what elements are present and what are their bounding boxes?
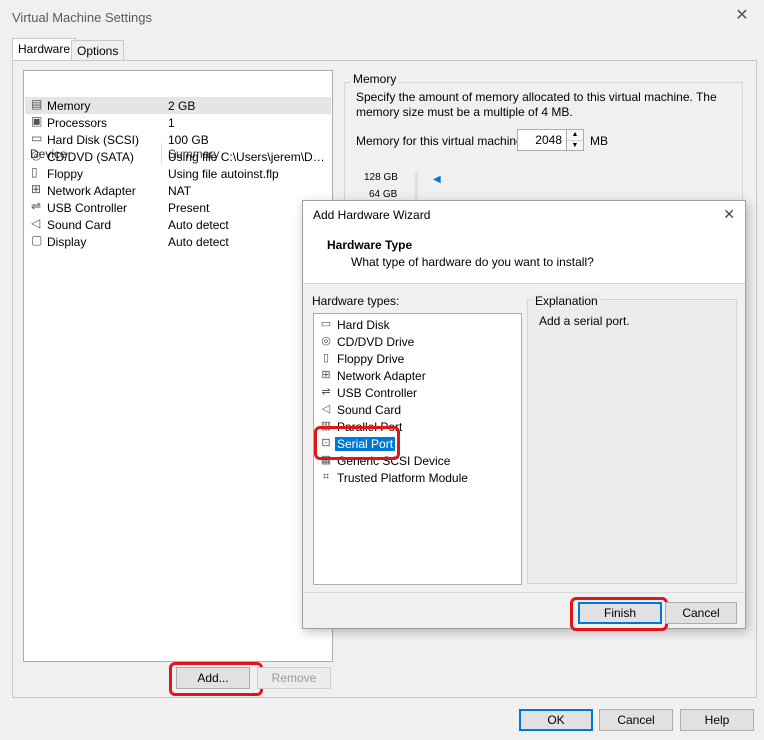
wizard-heading: Hardware Type [327,238,413,252]
hw-type-cd-dvd[interactable]: ◎ CD/DVD Drive [316,333,516,350]
device-name: Network Adapter [47,184,136,198]
device-name: Display [47,235,87,249]
device-name: Floppy [47,167,84,181]
network-adapter-icon: ⊞ [321,369,331,381]
device-list[interactable]: Device Summary ▤ Memory 2 GB ▣ Processor… [23,70,333,662]
hw-type-label: Network Adapter [337,369,426,383]
hw-type-label: USB Controller [337,386,418,400]
device-summary: 100 GB [168,133,209,147]
usb-icon: ⇌ [321,386,331,398]
stepper-down-icon[interactable]: ▼ [567,141,583,150]
remove-button[interactable]: Remove [257,667,331,689]
device-row-cd-dvd[interactable]: ◎ CD/DVD (SATA) Using file C:\Users\jere… [25,148,331,165]
wizard-close-icon[interactable]: ✕ [723,206,735,223]
wizard-titlebar: Add Hardware Wizard ✕ [303,201,745,229]
cancel-button[interactable]: Cancel [599,709,673,731]
device-name: CD/DVD (SATA) [47,150,134,164]
device-name: Hard Disk (SCSI) [47,133,140,147]
hw-type-floppy[interactable]: ▯ Floppy Drive [316,350,516,367]
device-row-display[interactable]: ▢ Display Auto detect [25,233,331,250]
device-name: Sound Card [47,218,112,232]
add-hardware-wizard-dialog: Add Hardware Wizard ✕ Hardware Type What… [302,200,746,631]
memory-slider-track[interactable] [415,172,418,202]
memory-value: 2048 [535,133,562,147]
cd-dvd-icon: ◎ [31,148,42,162]
wizard-subheading: What type of hardware do you want to ins… [351,255,594,269]
device-row-network-adapter[interactable]: ⊞ Network Adapter NAT [25,182,331,199]
device-row-hard-disk[interactable]: ▭ Hard Disk (SCSI) 100 GB [25,131,331,148]
wizard-cancel-button[interactable]: Cancel [665,602,737,624]
display-icon: ▢ [31,233,43,247]
memory-input[interactable]: 2048 [517,129,567,151]
recommended-marker-icon: ◀ [433,174,441,185]
tab-options[interactable]: Options [71,40,125,61]
tpm-icon: ⌗ [322,471,330,483]
highlight-serial-port [314,426,400,460]
usb-icon: ⇌ [31,199,42,213]
cd-dvd-icon: ◎ [321,335,331,347]
memory-stepper[interactable]: ▲ ▼ [566,129,584,151]
device-row-processors[interactable]: ▣ Processors 1 [25,114,331,131]
memory-description: Specify the amount of memory allocated t… [356,90,717,119]
tab-hardware[interactable]: Hardware [12,38,77,61]
hardware-types-label: Hardware types: [312,294,400,308]
hw-type-usb-controller[interactable]: ⇌ USB Controller [316,384,516,401]
explanation-label: Explanation [532,294,601,308]
device-row-sound-card[interactable]: ◁ Sound Card Auto detect [25,216,331,233]
device-name: Processors [47,116,108,130]
finish-button[interactable]: Finish [578,602,662,624]
hw-type-label: Trusted Platform Module [337,471,468,485]
hw-type-label: CD/DVD Drive [337,335,415,349]
device-summary: 2 GB [168,99,196,113]
device-row-memory[interactable]: ▤ Memory 2 GB [25,97,331,114]
device-name: USB Controller [47,201,128,215]
wizard-footer-separator [303,592,745,593]
memory-scale-label: 128 GB [364,172,398,183]
memory-group-label: Memory [350,72,400,86]
explanation-text: Add a serial port. [539,314,630,328]
hw-type-tpm[interactable]: ⌗ Trusted Platform Module [316,469,516,486]
sound-card-icon: ◁ [31,216,41,230]
help-button[interactable]: Help [680,709,754,731]
hw-type-label: Hard Disk [337,318,390,332]
window-title: Virtual Machine Settings [12,10,152,25]
device-name: Memory [47,99,91,113]
device-summary: Using file autoinst.flp [168,167,279,181]
wizard-header: Hardware Type What type of hardware do y… [303,229,745,284]
memory-icon: ▤ [31,97,43,111]
hard-disk-icon: ▭ [31,131,43,145]
stepper-up-icon[interactable]: ▲ [567,130,583,141]
memory-scale-label: 64 GB [369,189,398,200]
device-summary: Using file C:\Users\jerem\Dow... [168,150,328,164]
hard-disk-icon: ▭ [320,318,332,330]
add-button[interactable]: Add... [176,667,250,689]
hw-type-label: Sound Card [337,403,402,417]
device-row-usb-controller[interactable]: ⇌ USB Controller Present [25,199,331,216]
memory-unit: MB [590,134,608,148]
floppy-icon: ▯ [322,352,330,364]
device-summary: 1 [168,116,175,130]
sound-card-icon: ◁ [321,403,331,415]
network-adapter-icon: ⊞ [31,182,42,196]
wizard-title: Add Hardware Wizard [313,208,431,222]
explanation-group [527,299,737,584]
close-icon[interactable]: ✕ [732,6,752,26]
device-row-floppy[interactable]: ▯ Floppy Using file autoinst.flp [25,165,331,182]
processor-icon: ▣ [31,114,43,128]
hw-type-hard-disk[interactable]: ▭ Hard Disk [316,316,516,333]
hw-type-sound-card[interactable]: ◁ Sound Card [316,401,516,418]
ok-button[interactable]: OK [519,709,593,731]
device-summary: NAT [168,184,192,198]
floppy-icon: ▯ [31,165,38,179]
hw-type-label: Floppy Drive [337,352,405,366]
memory-field-label: Memory for this virtual machine: [356,134,527,148]
hw-type-network-adapter[interactable]: ⊞ Network Adapter [316,367,516,384]
